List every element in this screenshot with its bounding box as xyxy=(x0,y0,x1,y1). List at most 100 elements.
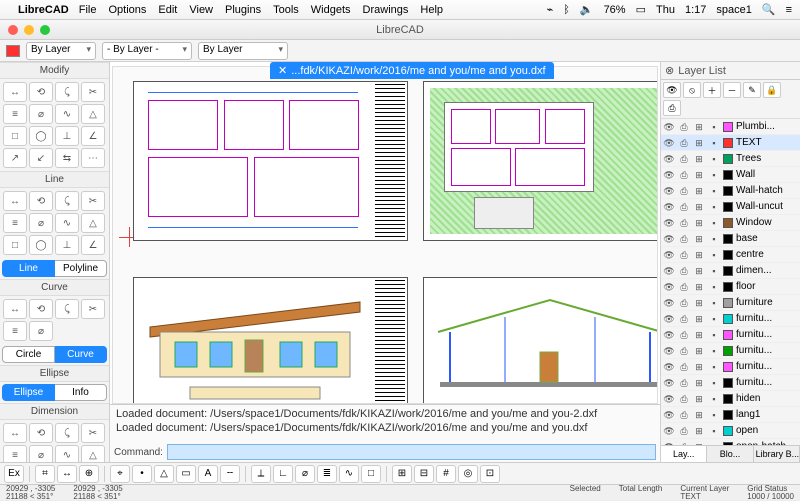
snap-button[interactable]: ≣ xyxy=(317,465,337,483)
snap-button[interactable]: ◎ xyxy=(458,465,478,483)
snap-button[interactable]: ⌀ xyxy=(295,465,315,483)
layer-add-icon[interactable]: ＋ xyxy=(703,82,721,98)
layer-print-icon[interactable]: ⎙ xyxy=(678,313,690,325)
layer-lock-icon[interactable]: ▪ xyxy=(708,393,720,405)
layer-row[interactable]: 👁⎙⊞▪furniture xyxy=(661,295,800,311)
layer-cons-icon[interactable]: ⊞ xyxy=(693,329,705,341)
panel-close-icon[interactable]: ⊗ xyxy=(665,64,674,77)
snap-button[interactable]: # xyxy=(436,465,456,483)
layer-visible-icon[interactable]: 👁 xyxy=(663,409,675,421)
seg-info[interactable]: Info xyxy=(55,384,107,401)
tool-button[interactable]: ◯ xyxy=(29,235,53,255)
tool-button[interactable]: △ xyxy=(81,104,105,124)
layer-visible-icon[interactable]: 👁 xyxy=(663,153,675,165)
tool-button[interactable]: ↔ xyxy=(3,191,27,211)
layer-row[interactable]: 👁⎙⊞▪Window xyxy=(661,215,800,231)
tool-button[interactable]: ∿ xyxy=(55,213,79,233)
layer-visible-icon[interactable]: 👁 xyxy=(663,297,675,309)
tab-blocks[interactable]: Blo... xyxy=(707,446,753,462)
layer-visible-icon[interactable]: 👁 xyxy=(663,121,675,133)
layer-print-icon[interactable]: ⎙ xyxy=(663,100,681,116)
tool-button[interactable]: ≡ xyxy=(3,104,27,124)
tool-button[interactable]: ✂ xyxy=(81,82,105,102)
notifications-icon[interactable]: ≡ xyxy=(786,4,792,16)
seg-ellipse[interactable]: Ellipse xyxy=(2,384,55,401)
tool-button[interactable]: ⊥ xyxy=(55,235,79,255)
tool-button[interactable]: ≡ xyxy=(3,445,27,462)
layer-visible-icon[interactable]: 👁 xyxy=(663,249,675,261)
layer-print-icon[interactable]: ⎙ xyxy=(678,345,690,357)
wifi-icon[interactable]: ⌁ xyxy=(547,3,554,16)
layer-cons-icon[interactable]: ⊞ xyxy=(693,393,705,405)
layer-remove-icon[interactable]: － xyxy=(723,82,741,98)
tab-library[interactable]: Library B... xyxy=(754,446,800,462)
layer-lock-icon[interactable]: ▪ xyxy=(708,137,720,149)
tool-button[interactable]: ⟲ xyxy=(29,299,53,319)
layer-visible-icon[interactable]: 👁 xyxy=(663,201,675,213)
layer-cons-icon[interactable]: ⊞ xyxy=(693,265,705,277)
layer-cons-icon[interactable]: ⊞ xyxy=(693,313,705,325)
spotlight-icon[interactable]: 🔍 xyxy=(762,3,776,16)
snap-button[interactable]: ↔ xyxy=(57,465,77,483)
tool-button[interactable]: ≡ xyxy=(3,321,27,341)
seg-circle[interactable]: Circle xyxy=(2,346,55,363)
snap-button[interactable]: A xyxy=(198,465,218,483)
app-menu[interactable]: LibreCAD xyxy=(18,4,69,16)
layer-print-icon[interactable]: ⎙ xyxy=(678,361,690,373)
layer-print-icon[interactable]: ⎙ xyxy=(678,409,690,421)
snap-button[interactable]: ⌖ xyxy=(110,465,130,483)
layer-row[interactable]: 👁⎙⊞▪furnitu... xyxy=(661,375,800,391)
tool-button[interactable]: ⌀ xyxy=(29,321,53,341)
layer-cons-icon[interactable]: ⊞ xyxy=(693,233,705,245)
snap-button[interactable]: ⊞ xyxy=(392,465,412,483)
tool-button[interactable]: ↙ xyxy=(29,148,53,168)
layer-cons-icon[interactable]: ⊞ xyxy=(693,361,705,373)
layer-edit-icon[interactable]: ✎ xyxy=(743,82,761,98)
tool-button[interactable]: △ xyxy=(81,445,105,462)
layer-visible-icon[interactable]: 👁 xyxy=(663,329,675,341)
drawing-canvas[interactable] xyxy=(112,66,658,404)
layer-lock-icon[interactable]: ▪ xyxy=(708,361,720,373)
snap-button[interactable]: ⊕ xyxy=(79,465,99,483)
layer-lock-icon[interactable]: ▪ xyxy=(708,121,720,133)
layer-lock-icon[interactable]: ▪ xyxy=(708,249,720,261)
layer-cons-icon[interactable]: ⊞ xyxy=(693,153,705,165)
layer-row[interactable]: 👁⎙⊞▪base xyxy=(661,231,800,247)
layer-print-icon[interactable]: ⎙ xyxy=(678,297,690,309)
snap-button[interactable]: ⟂ xyxy=(251,465,271,483)
layer-row[interactable]: 👁⎙⊞▪dimen... xyxy=(661,263,800,279)
layer-lock-icon[interactable]: ▪ xyxy=(708,153,720,165)
menu-widgets[interactable]: Widgets xyxy=(311,4,351,16)
tool-button[interactable]: ≡ xyxy=(3,213,27,233)
tool-button[interactable]: ∠ xyxy=(81,235,105,255)
snap-button[interactable]: □ xyxy=(361,465,381,483)
layer-lock-icon[interactable]: ▪ xyxy=(708,425,720,437)
snap-button[interactable]: ⌗ xyxy=(35,465,55,483)
tool-button[interactable]: ∿ xyxy=(55,445,79,462)
layer-lock-icon[interactable]: ▪ xyxy=(708,217,720,229)
tool-button[interactable]: ↔ xyxy=(3,82,27,102)
layer-visible-icon[interactable]: 👁 xyxy=(663,217,675,229)
layer-row[interactable]: 👁⎙⊞▪Wall-hatch xyxy=(661,183,800,199)
tool-button[interactable]: ↔ xyxy=(3,423,27,443)
tool-button[interactable]: □ xyxy=(3,126,27,146)
layer-cons-icon[interactable]: ⊞ xyxy=(693,345,705,357)
layer-cons-icon[interactable]: ⊞ xyxy=(693,281,705,293)
layer-lock-icon[interactable]: ▪ xyxy=(708,201,720,213)
linetype-combo[interactable]: By Layer xyxy=(198,42,288,60)
tool-button[interactable]: ⊥ xyxy=(55,126,79,146)
layer-cons-icon[interactable]: ⊞ xyxy=(693,201,705,213)
tool-button[interactable]: ⌀ xyxy=(29,104,53,124)
document-tab[interactable]: ✕ ...fdk/KIKAZI/work/2016/me and you/me … xyxy=(270,62,554,79)
layer-print-icon[interactable]: ⎙ xyxy=(678,425,690,437)
volume-icon[interactable]: 🔈 xyxy=(580,3,594,16)
tool-button[interactable]: ⟲ xyxy=(29,82,53,102)
menu-file[interactable]: File xyxy=(79,4,97,16)
tool-button[interactable]: ✂ xyxy=(81,191,105,211)
layer-cons-icon[interactable]: ⊞ xyxy=(693,297,705,309)
user-label[interactable]: space1 xyxy=(716,4,751,16)
layer-visible-icon[interactable]: 👁 xyxy=(663,313,675,325)
snap-button[interactable]: ⊡ xyxy=(480,465,500,483)
layer-print-icon[interactable]: ⎙ xyxy=(678,329,690,341)
layer-visible-icon[interactable]: 👁 xyxy=(663,169,675,181)
